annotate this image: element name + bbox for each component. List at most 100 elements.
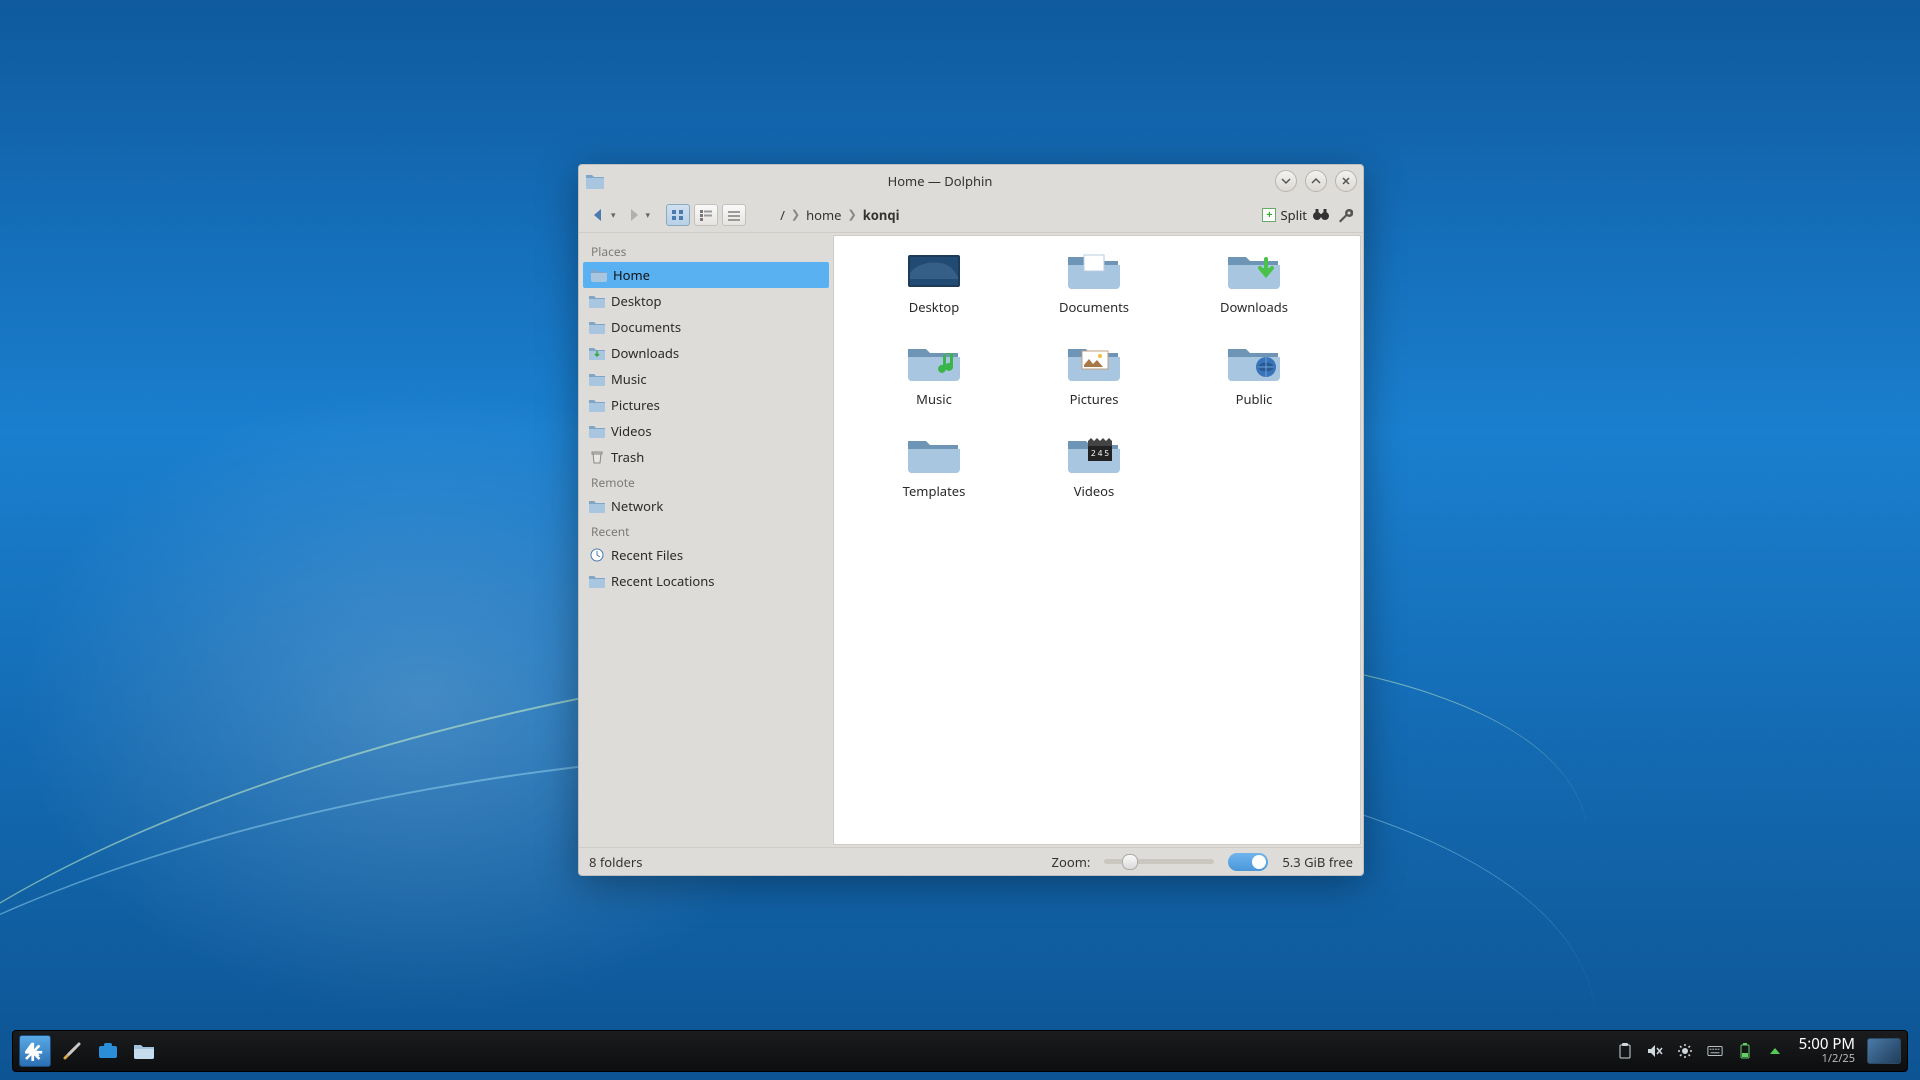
keyboard-icon[interactable]	[1707, 1043, 1723, 1059]
back-button[interactable]: ▾	[587, 203, 618, 227]
folder-item-templates[interactable]: Templates	[854, 432, 1014, 500]
sidebar-item-label: Recent Locations	[611, 572, 714, 590]
view-compact-button[interactable]	[694, 204, 718, 226]
trash-icon	[589, 449, 605, 465]
split-add-icon: +	[1262, 208, 1276, 222]
sidebar-item-desktop[interactable]: Desktop	[581, 288, 831, 314]
folder-item-label: Videos	[1074, 482, 1115, 500]
back-history-dropdown-icon[interactable]: ▾	[611, 208, 616, 221]
sidebar-item-pictures[interactable]: Pictures	[581, 392, 831, 418]
forward-button[interactable]: ▾	[622, 203, 653, 227]
folder-item-documents[interactable]: Documents	[1014, 248, 1174, 316]
sidebar-item-music[interactable]: Music	[581, 366, 831, 392]
show-desktop-button[interactable]	[1867, 1038, 1901, 1064]
find-button[interactable]	[1311, 205, 1331, 225]
dolphin-window: Home — Dolphin ▾ ▾ /	[578, 164, 1364, 876]
system-tray	[1617, 1043, 1787, 1059]
folder-item-label: Desktop	[909, 298, 960, 316]
toolbar: ▾ ▾ / ❯ home ❯ konqi + Split	[579, 197, 1363, 233]
breadcrumb-root[interactable]: /	[780, 206, 785, 224]
places-header: Places	[581, 239, 831, 262]
folder-item-label: Public	[1236, 390, 1273, 408]
forward-history-dropdown-icon[interactable]: ▾	[646, 208, 651, 221]
downloads-folder-icon	[1224, 248, 1284, 292]
folder-item-label: Pictures	[1070, 390, 1119, 408]
sidebar-item-home[interactable]: Home	[583, 262, 829, 288]
view-details-button[interactable]	[722, 204, 746, 226]
music-folder-icon	[904, 340, 964, 384]
folder-item-public[interactable]: Public	[1174, 340, 1334, 408]
sidebar-item-label: Trash	[611, 448, 644, 466]
svg-text:2 4 5: 2 4 5	[1091, 448, 1109, 459]
templates-folder-icon	[904, 432, 964, 476]
window-title: Home — Dolphin	[613, 172, 1267, 190]
folder-item-desktop[interactable]: Desktop	[854, 248, 1014, 316]
folder-item-pictures[interactable]: Pictures	[1014, 340, 1174, 408]
videos-folder-icon: 2 4 5	[1064, 432, 1124, 476]
sidebar-item-trash[interactable]: Trash	[581, 444, 831, 470]
close-button[interactable]	[1335, 170, 1357, 192]
clipboard-icon[interactable]	[1617, 1043, 1633, 1059]
zoom-label: Zoom:	[1052, 853, 1091, 871]
sidebar-item-downloads[interactable]: Downloads	[581, 340, 831, 366]
minimize-button[interactable]	[1275, 170, 1297, 192]
documents-folder-icon	[1064, 248, 1124, 292]
status-free-space: 5.3 GiB free	[1282, 853, 1353, 871]
pictures-folder-icon	[1064, 340, 1124, 384]
public-folder-icon	[1224, 340, 1284, 384]
sidebar-item-network[interactable]: Network	[581, 493, 831, 519]
folder-item-music[interactable]: Music	[854, 340, 1014, 408]
tray-expand-icon[interactable]	[1767, 1043, 1783, 1059]
breadcrumb-current[interactable]: konqi	[863, 206, 900, 224]
sidebar-item-recent-files[interactable]: Recent Files	[581, 542, 831, 568]
sidebar-item-videos[interactable]: Videos	[581, 418, 831, 444]
home-folder-icon	[591, 267, 607, 283]
split-button[interactable]: + Split	[1262, 206, 1307, 224]
settings-button[interactable]	[1335, 205, 1355, 225]
folder-icon	[589, 573, 605, 589]
breadcrumb[interactable]: / ❯ home ❯ konqi	[750, 206, 1258, 224]
sidebar-item-recent-locations[interactable]: Recent Locations	[581, 568, 831, 594]
zoom-slider[interactable]	[1104, 859, 1214, 864]
sidebar-item-label: Videos	[611, 422, 652, 440]
downloads-folder-icon	[589, 345, 605, 361]
folder-icon	[589, 319, 605, 335]
sidebar-item-label: Documents	[611, 318, 681, 336]
maximize-button[interactable]	[1305, 170, 1327, 192]
folder-item-label: Downloads	[1220, 298, 1288, 316]
svg-text:K: K	[30, 1042, 40, 1061]
sidebar-item-label: Music	[611, 370, 647, 388]
desktop-folder-icon	[904, 248, 964, 292]
sidebar-item-label: Pictures	[611, 396, 660, 414]
clock-date: 1/2/25	[1799, 1053, 1855, 1066]
taskbar-discover-icon[interactable]	[93, 1038, 123, 1064]
chevron-right-icon: ❯	[848, 207, 857, 222]
taskbar-dolphin-icon[interactable]	[129, 1038, 159, 1064]
clock-icon	[589, 547, 605, 563]
sidebar-item-label: Home	[613, 266, 650, 284]
sidebar-item-label: Desktop	[611, 292, 662, 310]
brightness-icon[interactable]	[1677, 1043, 1693, 1059]
sidebar-item-documents[interactable]: Documents	[581, 314, 831, 340]
folder-icon	[589, 371, 605, 387]
folder-icon	[589, 423, 605, 439]
titlebar[interactable]: Home — Dolphin	[579, 165, 1363, 197]
breadcrumb-home[interactable]: home	[806, 206, 841, 224]
clock[interactable]: 5:00 PM 1/2/25	[1793, 1036, 1861, 1066]
volume-muted-icon[interactable]	[1647, 1043, 1663, 1059]
app-icon	[585, 171, 605, 191]
folder-item-downloads[interactable]: Downloads	[1174, 248, 1334, 316]
sidebar-item-label: Network	[611, 497, 663, 515]
file-view[interactable]: Desktop Documents Downloads	[833, 235, 1361, 845]
kde-menu-button[interactable]: K	[19, 1035, 51, 1067]
folder-item-videos[interactable]: 2 4 5 Videos	[1014, 432, 1174, 500]
taskbar: K 5:00 PM 1/2/25	[12, 1030, 1908, 1072]
recent-header: Recent	[581, 519, 831, 542]
preview-toggle[interactable]	[1228, 853, 1268, 871]
chevron-right-icon: ❯	[791, 207, 800, 222]
taskbar-system-settings-icon[interactable]	[57, 1038, 87, 1064]
split-label: Split	[1280, 206, 1307, 224]
folder-item-label: Documents	[1059, 298, 1129, 316]
view-icons-button[interactable]	[666, 204, 690, 226]
battery-icon[interactable]	[1737, 1043, 1753, 1059]
